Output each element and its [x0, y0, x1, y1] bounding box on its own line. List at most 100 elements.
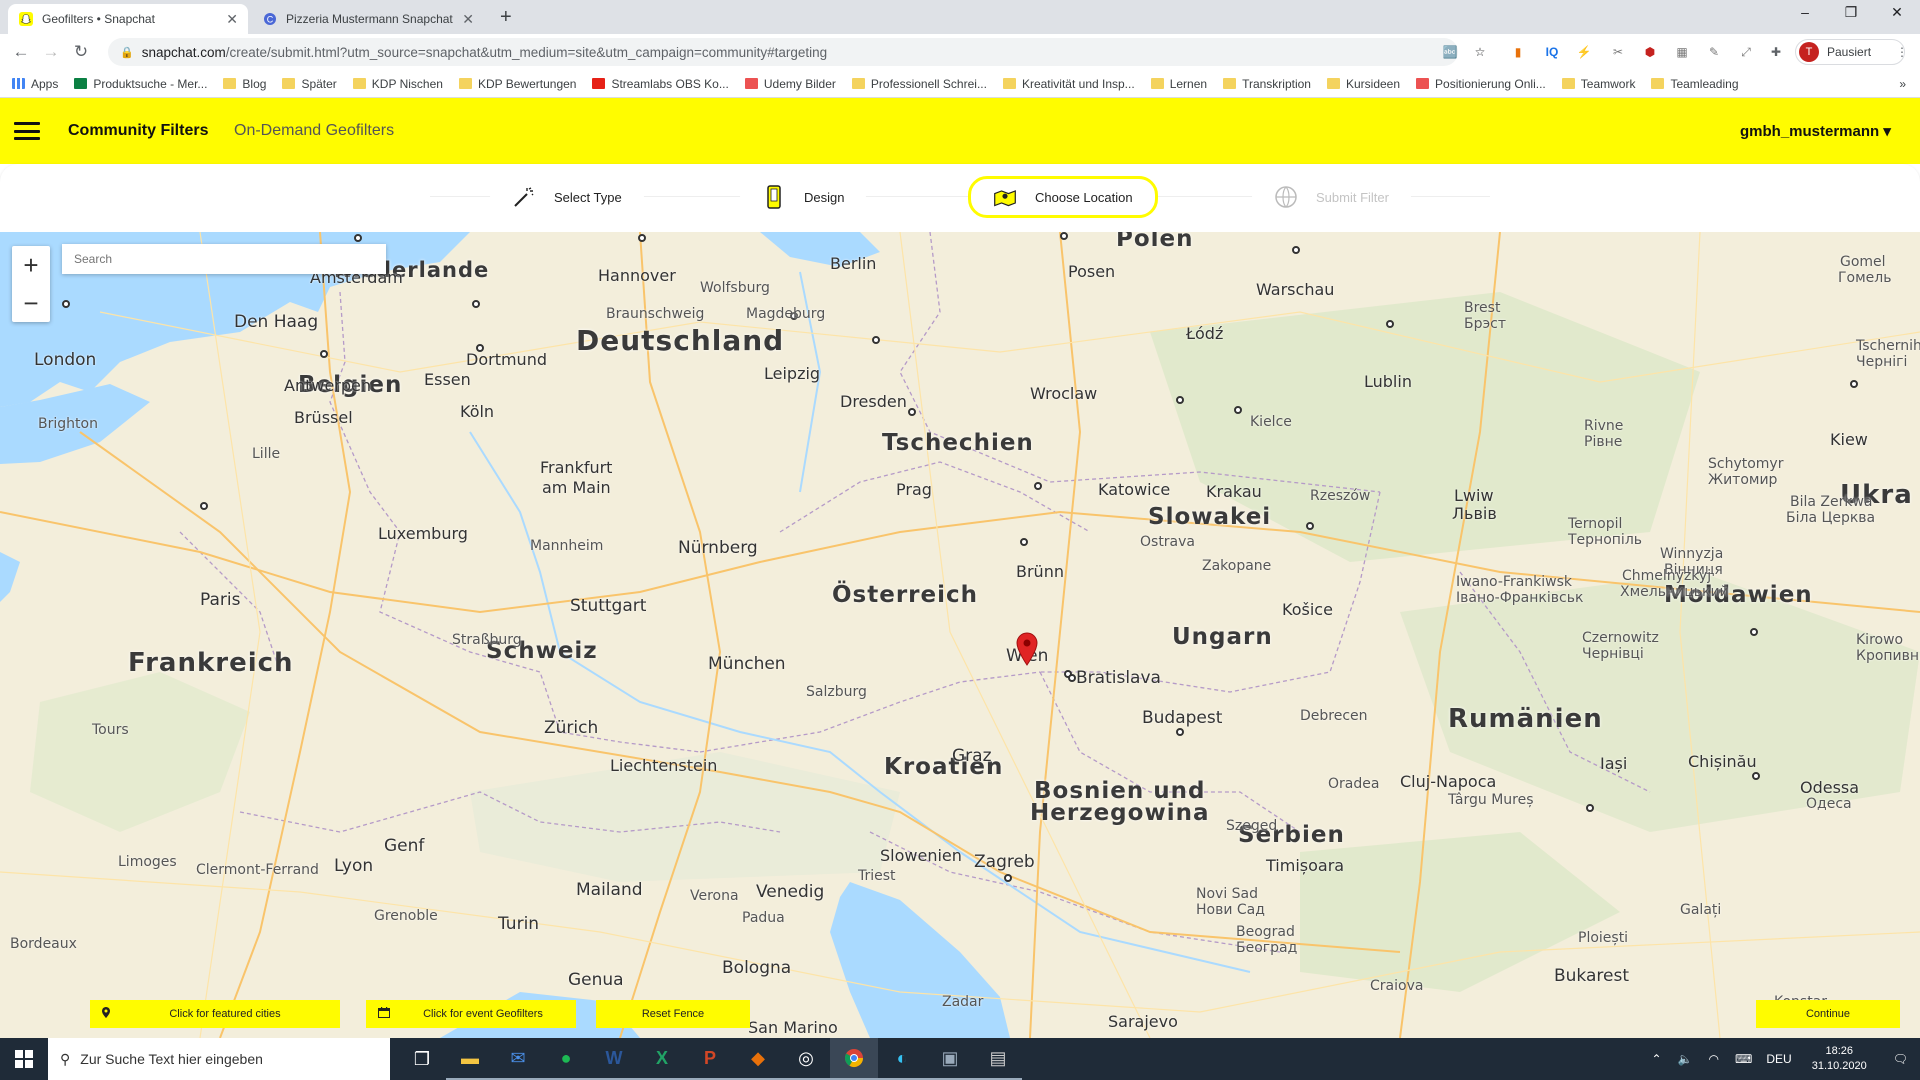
- bookmark-item[interactable]: Blog: [223, 77, 266, 91]
- spotify-icon[interactable]: ●: [542, 1038, 590, 1080]
- adblock-icon[interactable]: ⬢: [1640, 42, 1660, 62]
- star-icon[interactable]: ☆: [1470, 42, 1490, 62]
- bookmark-item[interactable]: Teamleading: [1651, 77, 1739, 91]
- city-label: Frankfurt: [540, 458, 613, 477]
- keyboard-icon[interactable]: ⌨: [1735, 1052, 1752, 1066]
- step-design[interactable]: Design: [740, 178, 867, 216]
- user-menu[interactable]: gmbh_mustermann ▾: [1740, 122, 1891, 140]
- clock[interactable]: 18:26 31.10.2020: [1812, 1044, 1867, 1074]
- chevron-up-icon[interactable]: ⌃: [1652, 1052, 1662, 1066]
- restore-icon[interactable]: ❐: [1836, 4, 1866, 21]
- city-label: Leipzig: [764, 364, 821, 383]
- back-arrow-icon[interactable]: ←: [6, 42, 36, 62]
- obs-icon[interactable]: ◎: [782, 1038, 830, 1080]
- extension-icon[interactable]: ✂: [1608, 42, 1628, 62]
- notification-icon[interactable]: 🗨: [1893, 1052, 1908, 1066]
- zoom-out-button[interactable]: −: [12, 284, 50, 322]
- address-bar[interactable]: 🔒 snapchat.com/create/submit.html?utm_so…: [108, 38, 1458, 66]
- menu-dots-icon[interactable]: ⋮: [1892, 42, 1912, 62]
- country-label: Rumänien: [1448, 704, 1603, 734]
- city-dot: [1060, 232, 1068, 240]
- edge-icon[interactable]: ◐: [878, 1038, 926, 1080]
- udemy-icon: [744, 78, 758, 89]
- continue-button[interactable]: Continue: [1756, 1000, 1900, 1028]
- location-pin-icon[interactable]: [1016, 632, 1038, 666]
- bookmark-item[interactable]: Professionell Schrei...: [851, 77, 987, 91]
- volume-icon[interactable]: 🔈: [1678, 1052, 1693, 1066]
- city-dot: [1386, 320, 1394, 328]
- new-tab-button[interactable]: +: [500, 6, 512, 29]
- city-label: Odessa: [1800, 778, 1860, 797]
- bookmark-apps[interactable]: Apps: [12, 77, 58, 91]
- bookmark-item[interactable]: Teamwork: [1561, 77, 1635, 91]
- app-icon[interactable]: ◆: [734, 1038, 782, 1080]
- windows-start-icon[interactable]: [0, 1038, 48, 1080]
- chrome-icon[interactable]: [830, 1038, 878, 1080]
- city-label: Dresden: [840, 392, 907, 411]
- close-icon[interactable]: ✕: [462, 11, 474, 28]
- extension-grid-icon[interactable]: ▦: [1672, 42, 1692, 62]
- task-view-icon[interactable]: ❐: [398, 1038, 446, 1080]
- city-label: Stuttgart: [570, 596, 647, 616]
- featured-cities-button[interactable]: Click for featured cities: [90, 1000, 340, 1028]
- forward-arrow-icon[interactable]: →: [36, 42, 66, 62]
- bookmark-item[interactable]: KDP Nischen: [352, 77, 443, 91]
- window-close-icon[interactable]: ✕: [1882, 4, 1912, 21]
- extension-iq-icon[interactable]: IQ: [1542, 42, 1562, 62]
- bookmark-item[interactable]: Transkription: [1223, 77, 1311, 91]
- apps-grid-icon: [12, 78, 25, 89]
- bookmark-item[interactable]: Positionierung Onli...: [1416, 77, 1546, 91]
- bookmark-item[interactable]: Kursideen: [1326, 77, 1400, 91]
- bookmark-item[interactable]: Udemy Bilder: [744, 77, 836, 91]
- reset-fence-button[interactable]: Reset Fence: [596, 1000, 750, 1028]
- profile-button[interactable]: T Pausiert: [1795, 39, 1905, 65]
- bookmark-item[interactable]: Kreativität und Insp...: [1002, 77, 1135, 91]
- taskbar-search-input[interactable]: ⚲ Zur Suche Text hier eingeben: [48, 1038, 390, 1080]
- mail-icon[interactable]: ✉: [494, 1038, 542, 1080]
- step-choose-location[interactable]: Choose Location: [968, 176, 1158, 218]
- reload-icon[interactable]: ↻: [66, 42, 96, 62]
- more-bookmarks-icon[interactable]: »: [1899, 77, 1906, 91]
- map-search-input[interactable]: [62, 244, 386, 274]
- city-label: Limoges: [118, 854, 177, 870]
- close-icon[interactable]: ✕: [226, 11, 238, 28]
- word-icon[interactable]: W: [590, 1038, 638, 1080]
- extension-icon[interactable]: ▮: [1508, 42, 1528, 62]
- tab-pizzeria[interactable]: C Pizzeria Mustermann Snapchat G ✕: [252, 4, 484, 34]
- powerpoint-icon[interactable]: P: [686, 1038, 734, 1080]
- nav-community-filters[interactable]: Community Filters: [68, 122, 208, 140]
- tab-geofilters[interactable]: Geofilters • Snapchat ✕: [8, 4, 248, 34]
- map-canvas[interactable]: Polen Niederlande Deutschland Belgien Ts…: [0, 232, 1920, 1038]
- step-submit-filter[interactable]: Submit Filter: [1252, 178, 1411, 216]
- globe-icon: [1274, 185, 1298, 209]
- app-icon[interactable]: ▣: [926, 1038, 974, 1080]
- hamburger-menu-icon[interactable]: [14, 122, 40, 140]
- steps-bar: [0, 164, 1920, 232]
- file-explorer-icon[interactable]: ▬: [446, 1038, 494, 1080]
- minimize-icon[interactable]: –: [1790, 4, 1820, 20]
- map-pin-icon: [102, 1007, 110, 1021]
- puzzle-icon[interactable]: ✚: [1766, 42, 1786, 62]
- excel-icon[interactable]: X: [638, 1038, 686, 1080]
- bookmark-item[interactable]: Streamlabs OBS Ko...: [592, 77, 729, 91]
- folder-icon: [1561, 78, 1575, 89]
- translate-icon[interactable]: 🔤: [1440, 42, 1460, 62]
- nav-on-demand-geofilters[interactable]: On-Demand Geofilters: [234, 122, 394, 140]
- language-indicator[interactable]: DEU: [1766, 1052, 1791, 1066]
- city-label: Bratislava: [1076, 668, 1161, 688]
- bookmark-item[interactable]: KDP Bewertungen: [458, 77, 576, 91]
- event-geofilters-button[interactable]: Click for event Geofilters: [366, 1000, 576, 1028]
- bookmark-item[interactable]: Später: [282, 77, 337, 91]
- step-select-type[interactable]: Select Type: [490, 178, 644, 216]
- folder-icon: [352, 78, 366, 89]
- eyedropper-icon[interactable]: ✎: [1704, 42, 1724, 62]
- extension-icon[interactable]: ⚡: [1574, 42, 1594, 62]
- bookmark-item[interactable]: Produktsuche - Mer...: [74, 77, 207, 91]
- app-icon[interactable]: ▤: [974, 1038, 1022, 1080]
- bookmark-item[interactable]: Lernen: [1150, 77, 1207, 91]
- fullscreen-icon[interactable]: ⤢: [1736, 42, 1756, 62]
- city-label: Verona: [690, 888, 739, 904]
- wifi-icon[interactable]: ◠: [1709, 1052, 1719, 1066]
- folder-icon: [1223, 78, 1237, 89]
- zoom-in-button[interactable]: +: [12, 246, 50, 284]
